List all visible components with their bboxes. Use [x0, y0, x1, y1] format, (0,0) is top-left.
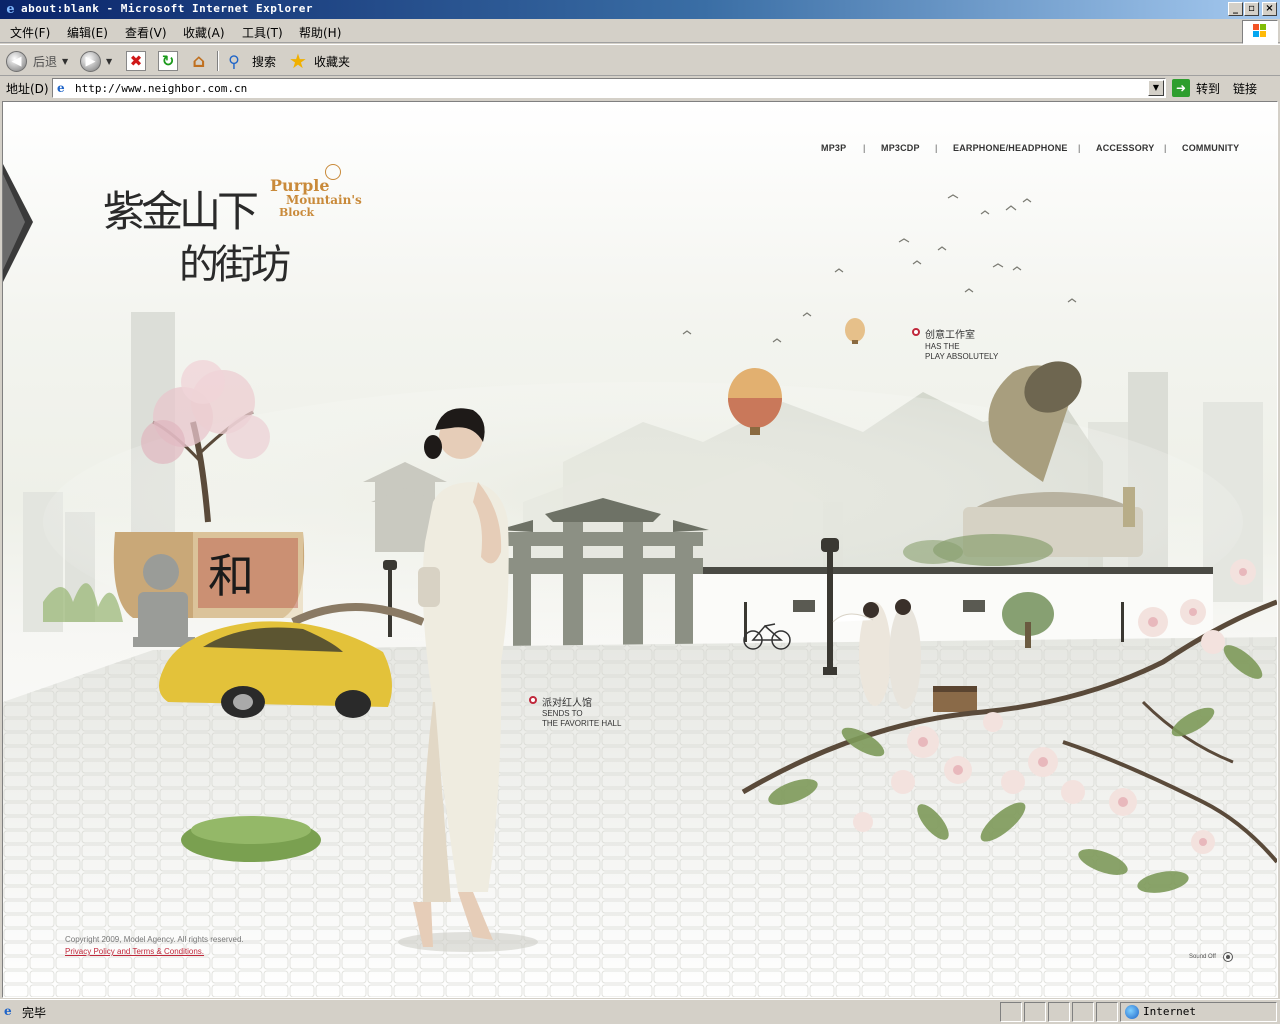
internet-zone-icon — [1125, 1005, 1139, 1019]
sound-toggle-icon[interactable] — [1223, 952, 1233, 962]
menu-view[interactable]: 查看(V) — [125, 24, 167, 41]
links-button[interactable]: 链接 — [1233, 80, 1257, 97]
window-title: about:blank - Microsoft Internet Explore… — [21, 2, 314, 15]
logo-english-line2: Mountain's — [286, 193, 362, 207]
forward-arrow-icon: ▶ — [80, 50, 101, 72]
search-label: 搜索 — [252, 54, 277, 69]
copyright-text: Copyright 2009, Model Agency. All rights… — [65, 935, 244, 944]
windows-logo-icon — [1242, 20, 1278, 44]
stop-button[interactable]: ✖ — [126, 49, 146, 73]
menu-favorites[interactable]: 收藏(A) — [183, 24, 225, 41]
sound-toggle-label[interactable]: Sound Off — [1189, 954, 1216, 960]
minimize-button[interactable]: _ — [1228, 2, 1243, 16]
browser-window: e about:blank - Microsoft Internet Explo… — [0, 0, 1280, 1024]
hotspot-marker-icon[interactable] — [912, 328, 920, 336]
search-icon: ⚲ — [228, 51, 240, 71]
back-dropdown-icon[interactable]: ▼ — [62, 57, 68, 66]
nav-separator: | — [1078, 143, 1081, 153]
close-button[interactable]: × — [1262, 2, 1277, 16]
nav-link-community[interactable]: COMMUNITY — [1182, 143, 1239, 153]
hotspot-party-title[interactable]: 派对红人馆 — [542, 694, 592, 709]
page-icon: e — [57, 81, 65, 95]
privacy-policy-link[interactable]: Privacy Policy and Terms & Conditions. — [65, 947, 204, 956]
security-zone-panel[interactable]: Internet — [1120, 1002, 1277, 1022]
status-bar: e 完毕 Internet — [0, 999, 1280, 1024]
menu-tools[interactable]: 工具(T) — [242, 24, 283, 41]
refresh-button[interactable]: ↻ — [158, 49, 178, 73]
home-button[interactable]: ⌂ — [189, 49, 209, 73]
nav-separator: | — [935, 143, 938, 153]
page-viewport: 和 MP3P | MP3CDP | EARPHONE/HEADPHONE | A… — [2, 101, 1278, 998]
title-bar[interactable]: e about:blank - Microsoft Internet Explo… — [0, 0, 1280, 19]
status-panel — [1000, 1002, 1022, 1022]
status-panel — [1096, 1002, 1118, 1022]
menu-bar: 文件(F) 编辑(E) 查看(V) 收藏(A) 工具(T) 帮助(H) — [0, 19, 1280, 43]
logo-chinese-line1[interactable]: 紫金山下 — [103, 178, 259, 239]
status-text: 完毕 — [22, 1006, 47, 1020]
logo-chinese-line2[interactable]: 的街坊 — [179, 232, 291, 290]
hotspot-party-line1: SENDS TO — [542, 709, 583, 718]
hotspot-party-line2: THE FAVORITE HALL — [542, 719, 622, 728]
nav-link-mp3p[interactable]: MP3P — [821, 143, 846, 153]
logo-english-line3: Block — [279, 206, 315, 219]
refresh-icon: ↻ — [158, 51, 178, 71]
standard-toolbar: ◀ 后退 ▼ ▶ ▼ ✖ ↻ ⌂ ⚲ 搜索 ★ 收藏夹 — [0, 44, 1280, 76]
star-icon: ★ — [289, 49, 307, 73]
go-button[interactable]: ➜ 转到 — [1172, 79, 1220, 97]
address-input[interactable]: e http://www.neighbor.com.cn ▼ — [52, 78, 1166, 98]
status-panel — [1024, 1002, 1046, 1022]
nav-link-earphone-headphone[interactable]: EARPHONE/HEADPHONE — [953, 143, 1068, 153]
address-bar: 地址(D) e http://www.neighbor.com.cn ▼ ➜ 转… — [0, 77, 1280, 99]
back-label: 后退 — [33, 54, 58, 69]
favorites-label: 收藏夹 — [314, 54, 351, 69]
stop-icon: ✖ — [126, 51, 146, 71]
maximize-button[interactable]: ▫ — [1244, 2, 1259, 16]
menu-help[interactable]: 帮助(H) — [299, 24, 341, 41]
logo-seal-icon — [325, 164, 341, 180]
svg-text:和: 和 — [208, 549, 254, 603]
go-arrow-icon: ➜ — [1172, 79, 1190, 97]
page-done-icon: e — [4, 1004, 12, 1018]
favorites-button[interactable]: ★ 收藏夹 — [288, 49, 350, 73]
balloon-small — [845, 318, 865, 344]
address-url[interactable]: http://www.neighbor.com.cn — [75, 82, 247, 95]
hotspot-marker-icon[interactable] — [529, 696, 537, 704]
status-panel — [1048, 1002, 1070, 1022]
hotspot-studio-title[interactable]: 创意工作室 — [925, 326, 975, 341]
security-zone-text: Internet — [1143, 1005, 1196, 1018]
forward-button[interactable]: ▶ ▼ — [80, 49, 112, 73]
home-icon: ⌂ — [192, 50, 206, 72]
search-button[interactable]: ⚲ 搜索 — [224, 49, 276, 73]
nav-link-accessory[interactable]: ACCESSORY — [1096, 143, 1154, 153]
nav-link-mp3cdp[interactable]: MP3CDP — [881, 143, 920, 153]
menu-file[interactable]: 文件(F) — [10, 24, 50, 41]
back-button[interactable]: ◀ 后退 ▼ — [6, 49, 68, 73]
forward-dropdown-icon[interactable]: ▼ — [106, 57, 112, 66]
toolbar-separator — [217, 51, 219, 71]
menu-edit[interactable]: 编辑(E) — [67, 24, 108, 41]
hotspot-studio-line1: HAS THE — [925, 342, 960, 351]
hotspot-studio-line2: PLAY ABSOLUTELY — [925, 352, 999, 361]
go-label: 转到 — [1196, 81, 1221, 96]
back-arrow-icon: ◀ — [6, 50, 27, 72]
nav-separator: | — [863, 143, 866, 153]
nav-separator: | — [1164, 143, 1167, 153]
address-label: 地址(D) — [6, 82, 49, 96]
address-dropdown-icon[interactable]: ▼ — [1148, 80, 1164, 96]
status-panel — [1072, 1002, 1094, 1022]
ie-logo-icon: e — [6, 2, 15, 17]
